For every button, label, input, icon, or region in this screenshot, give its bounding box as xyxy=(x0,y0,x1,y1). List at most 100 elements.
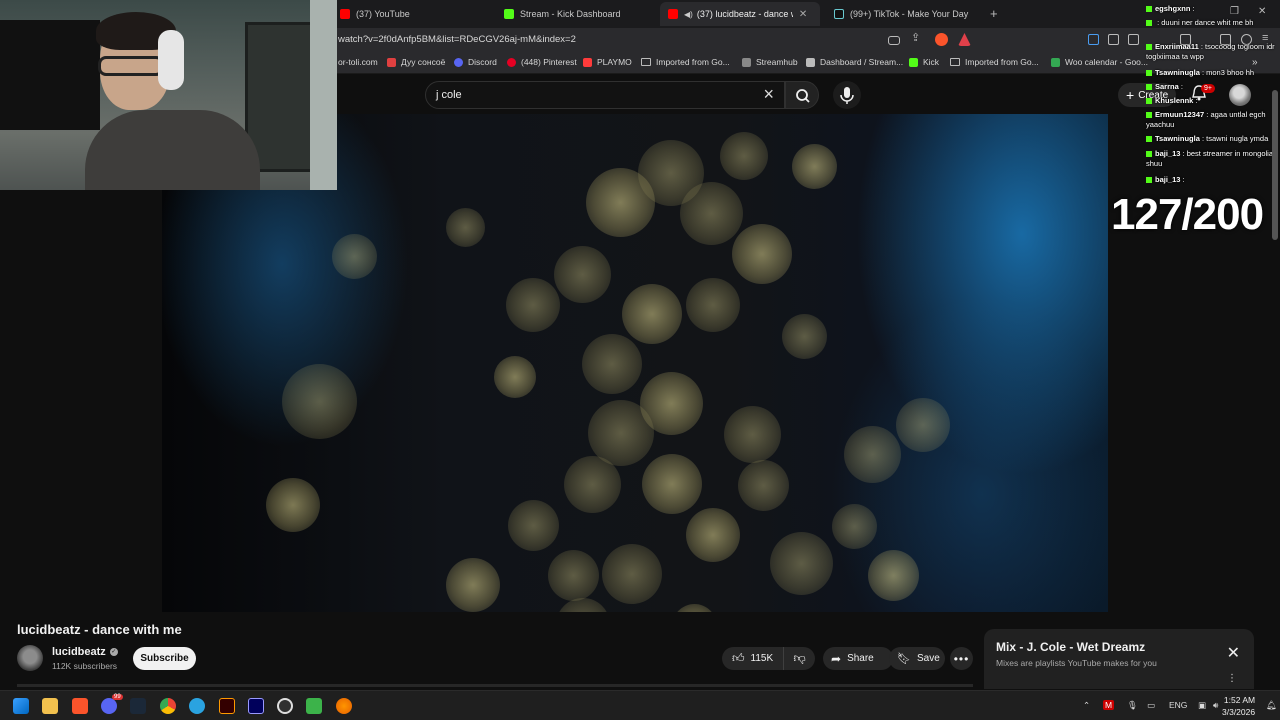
kick-icon xyxy=(909,57,918,67)
search-input[interactable]: j cole × xyxy=(425,81,785,109)
webcam-overlay xyxy=(0,0,337,190)
search-button[interactable] xyxy=(785,81,819,109)
brave-rewards-icon[interactable] xyxy=(958,33,971,46)
like-button[interactable]: 👍︎ 115K xyxy=(722,647,785,670)
chat-username: baji_13 xyxy=(1155,149,1181,158)
bokeh-light xyxy=(738,460,789,511)
youtube-favicon-icon xyxy=(340,9,350,19)
bookmark-item[interactable]: Дуу сонсоё xyxy=(387,57,445,67)
tab-close-icon[interactable]: ✕ xyxy=(799,9,807,20)
illustrator-icon[interactable] xyxy=(219,698,235,714)
steam-icon[interactable] xyxy=(130,698,146,714)
tab-label: (99+) TikTok - Make Your Day xyxy=(850,9,969,19)
chrome-icon[interactable] xyxy=(160,698,176,714)
description-box-edge xyxy=(17,684,973,687)
system-clock[interactable]: 1:52 AM 3/3/2026 xyxy=(1222,694,1255,718)
mix-playlist-panel[interactable]: Mix - J. Cole - Wet Dreamz Mixes are pla… xyxy=(984,629,1254,689)
microphone-icon xyxy=(840,87,854,104)
stream-chat-overlay: egshgxnn : : duuni ner dance whit me bh E… xyxy=(1138,0,1280,200)
brave-browser-icon[interactable] xyxy=(72,698,88,714)
obs-icon[interactable] xyxy=(277,698,293,714)
kick-badge-icon xyxy=(1146,177,1152,184)
bookmark-item[interactable]: Streamhub xyxy=(742,57,798,67)
bookmark-folder[interactable]: Imported from Go... xyxy=(641,57,730,67)
keyboard-tray-icon[interactable]: ▭ xyxy=(1147,700,1155,711)
chat-username: egshgxnn xyxy=(1155,4,1191,13)
thumbs-up-icon: 👍︎ xyxy=(732,651,745,665)
clock-date: 3/3/2026 xyxy=(1222,707,1256,717)
bokeh-light xyxy=(832,504,877,549)
subscribe-button[interactable]: Subscribe xyxy=(133,647,196,670)
chat-username: baji_13 xyxy=(1155,175,1181,184)
share-button[interactable]: ➦ Share xyxy=(823,647,893,670)
kick-badge-icon xyxy=(1146,20,1152,27)
calendar-icon xyxy=(1051,57,1060,67)
tab-kick-dashboard[interactable]: Stream - Kick Dashboard xyxy=(500,2,650,26)
bokeh-light xyxy=(896,398,950,452)
voice-search-button[interactable] xyxy=(833,81,861,109)
url-field[interactable]: watch?v=2f0dAnfp5BM&list=RDeCGV26aj-mM&i… xyxy=(338,34,576,45)
share-page-icon[interactable]: ⇪ xyxy=(911,31,924,44)
bookmark-item[interactable]: (448) Pinterest xyxy=(507,57,577,67)
goal-counter: 127/200 xyxy=(1111,190,1264,239)
bookmark-icon: 🔖︎ xyxy=(897,653,911,665)
streamhub-icon xyxy=(742,57,751,67)
windows-start-icon[interactable] xyxy=(13,698,29,714)
notifications-tray-icon[interactable]: 🔔︎ xyxy=(1266,700,1277,711)
tab-label: (37) YouTube xyxy=(356,9,410,19)
mix-title: Mix - J. Cole - Wet Dreamz xyxy=(996,640,1146,654)
cast-icon[interactable] xyxy=(888,36,900,45)
verified-check-icon: ✓ xyxy=(109,648,118,656)
bookmark-item[interactable]: Woo calendar - Goo... xyxy=(1051,57,1148,67)
bookmark-item[interactable]: PLAYMO xyxy=(583,57,632,67)
microphone-tray-icon[interactable]: 🎙︎ xyxy=(1127,700,1138,711)
pinterest-icon xyxy=(507,57,516,67)
media-controls-icon[interactable] xyxy=(1088,34,1099,45)
tray-expand-icon[interactable]: ⌃ xyxy=(1083,700,1090,711)
volume-icon[interactable]: 🔊︎ xyxy=(1213,700,1218,711)
tab-current-video[interactable]: ◀) (37) lucidbeatz - dance with me ✕ xyxy=(660,2,820,26)
dislike-button[interactable]: 👎︎ xyxy=(784,647,815,670)
channel-name-link[interactable]: lucidbeatz ✓ xyxy=(52,646,118,658)
discord-badge: 99 xyxy=(112,694,123,700)
more-actions-button[interactable]: ••• xyxy=(950,647,973,670)
bokeh-light xyxy=(508,500,559,551)
chat-username: Tsawninugla xyxy=(1155,134,1200,143)
network-icon[interactable]: ▣ xyxy=(1198,700,1206,711)
bokeh-light xyxy=(622,284,682,344)
new-tab-plus-icon[interactable]: + xyxy=(990,6,998,21)
save-button[interactable]: 🔖︎ Save xyxy=(889,647,945,670)
clear-search-icon[interactable]: × xyxy=(763,84,774,105)
chat-username: Enxriimaa11 xyxy=(1155,42,1199,51)
bokeh-light xyxy=(556,598,610,612)
mix-more-icon[interactable]: ⋮ xyxy=(1227,673,1237,684)
bookmark-item[interactable]: Dashboard / Stream... xyxy=(806,57,903,67)
bokeh-light xyxy=(868,550,919,601)
channel-avatar[interactable] xyxy=(17,645,43,671)
telegram-icon[interactable] xyxy=(189,698,205,714)
bookmark-folder[interactable]: Imported from Go... xyxy=(950,57,1039,67)
bookmark-item[interactable]: Discord xyxy=(454,57,497,67)
close-mix-icon[interactable]: ✕ xyxy=(1227,643,1240,663)
discord-icon[interactable] xyxy=(101,698,117,714)
kick-favicon-icon xyxy=(504,9,514,19)
extensions-icon[interactable] xyxy=(1108,34,1119,45)
tab-youtube-home[interactable]: (37) YouTube xyxy=(336,2,486,26)
tab-tiktok[interactable]: (99+) TikTok - Make Your Day xyxy=(830,2,980,26)
kick-badge-icon xyxy=(1146,136,1152,143)
premiere-icon[interactable] xyxy=(248,698,264,714)
search-query: j cole xyxy=(436,89,462,101)
file-explorer-icon[interactable] xyxy=(42,698,58,714)
bookmark-item[interactable]: Kick xyxy=(909,57,939,67)
brave-shield-icon[interactable] xyxy=(935,33,948,46)
page-scrollbar[interactable] xyxy=(1272,90,1278,240)
firefox-icon[interactable] xyxy=(336,698,352,714)
tab-label: (37) lucidbeatz - dance with me xyxy=(696,9,793,19)
youtube-favicon-icon xyxy=(668,9,678,19)
bokeh-light xyxy=(724,406,781,463)
language-indicator[interactable]: ENG xyxy=(1169,700,1187,710)
bookmark-item[interactable]: or-toli.com xyxy=(338,57,378,67)
chat-username: Sarrna xyxy=(1155,82,1179,91)
tray-app-icon[interactable]: M xyxy=(1103,700,1115,710)
minecraft-icon[interactable] xyxy=(306,698,322,714)
